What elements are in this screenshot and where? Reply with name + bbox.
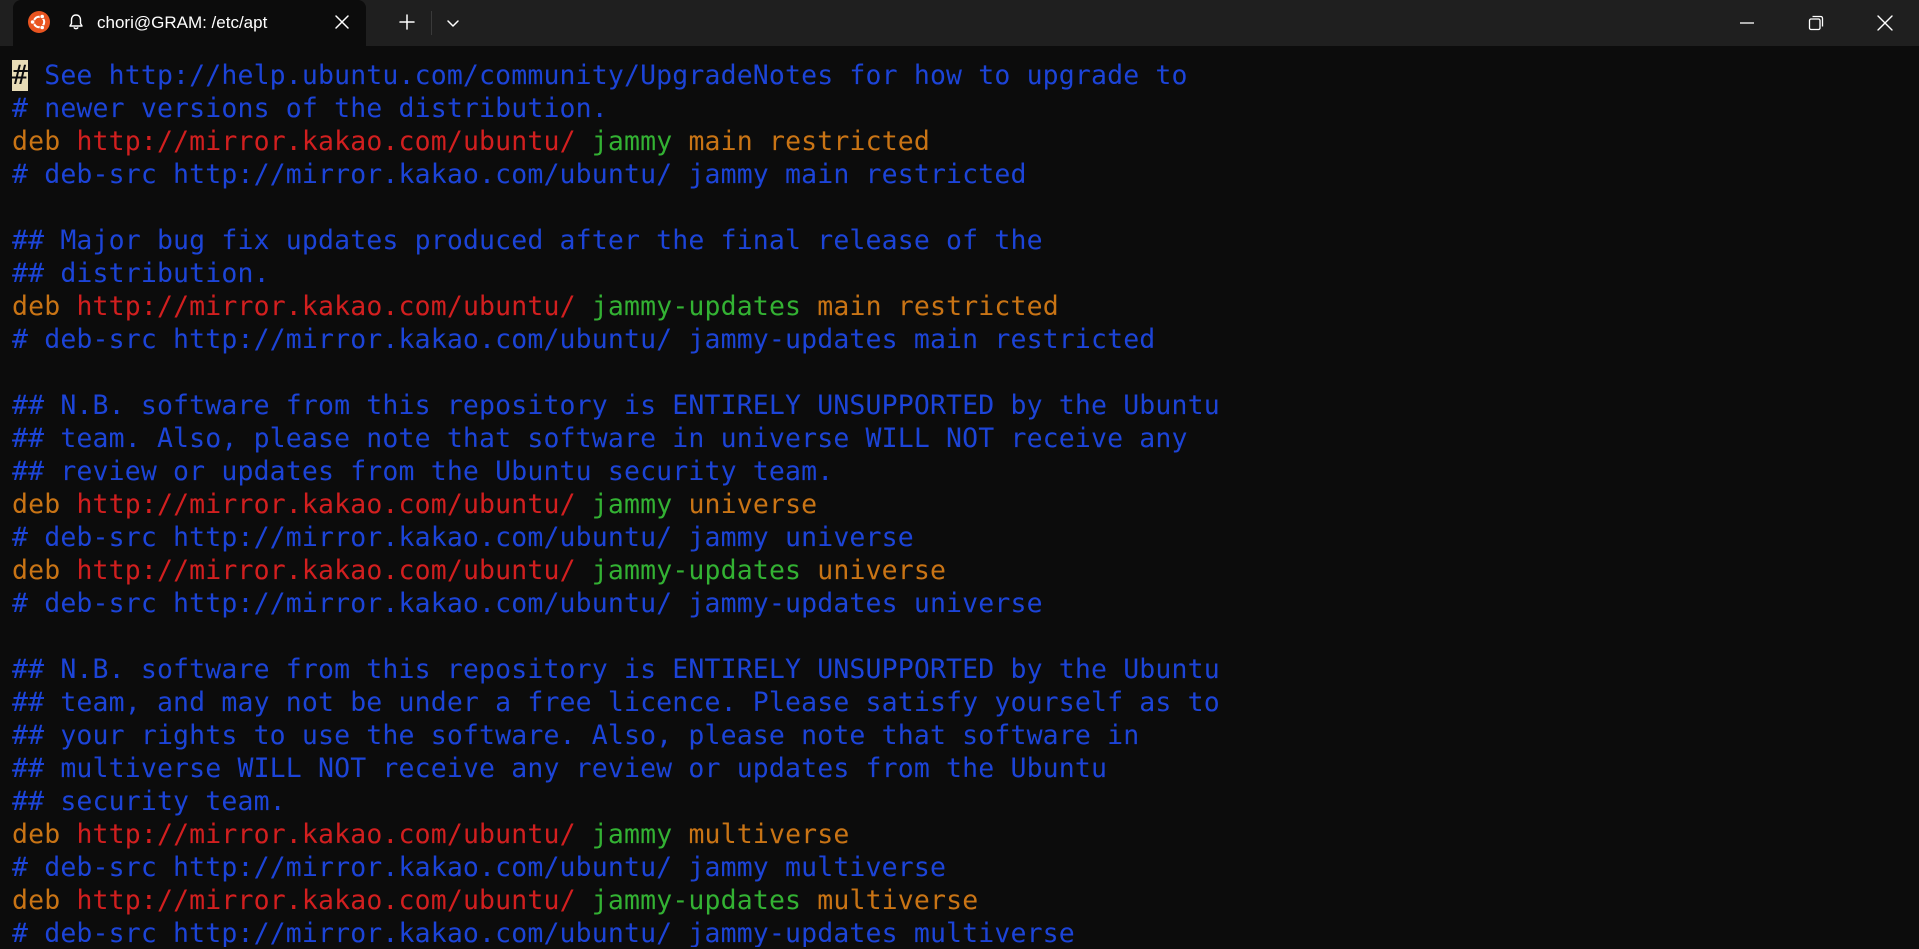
terminal-line: ## N.B. software from this repository is… [12,653,1912,686]
text-cursor: # [12,60,29,91]
comment-text: # deb-src http://mirror.kakao.com/ubuntu… [12,852,947,883]
deb-keyword: deb [12,819,61,850]
close-tab-icon[interactable] [333,13,351,31]
terminal-line: ## multiverse WILL NOT receive any revie… [12,752,1912,785]
terminal-line: # deb-src http://mirror.kakao.com/ubuntu… [12,521,1912,554]
terminal-line: ## Major bug fix updates produced after … [12,224,1912,257]
tab-terminal[interactable]: chori@GRAM: /etc/apt [13,0,366,46]
terminal-line: ## team. Also, please note that software… [12,422,1912,455]
terminal-line: deb http://mirror.kakao.com/ubuntu/ jamm… [12,884,1912,917]
terminal-line: ## distribution. [12,257,1912,290]
deb-keyword: deb [12,291,61,322]
comment-text: ## distribution. [12,258,270,289]
comment-text: ## team. Also, please note that software… [12,423,1188,454]
terminal-line: ## review or updates from the Ubuntu sec… [12,455,1912,488]
comment-text: ## security team. [12,786,286,817]
comment-text: ## N.B. software from this repository is… [12,390,1220,421]
comment-text: # deb-src http://mirror.kakao.com/ubuntu… [12,588,1043,619]
components: universe [817,555,947,586]
restore-button[interactable] [1782,0,1850,46]
terminal-line: deb http://mirror.kakao.com/ubuntu/ jamm… [12,488,1912,521]
chevron-down-icon[interactable] [444,14,462,32]
terminal-line: deb http://mirror.kakao.com/ubuntu/ jamm… [12,818,1912,851]
restore-icon [1808,15,1824,31]
components: main restricted [817,291,1059,322]
terminal-line: deb http://mirror.kakao.com/ubuntu/ jamm… [12,554,1912,587]
deb-keyword: deb [12,885,61,916]
terminal-line: ## your rights to use the software. Also… [12,719,1912,752]
terminal-line: ## security team. [12,785,1912,818]
comment-text: ## Major bug fix updates produced after … [12,225,1043,256]
comment-text: # newer versions of the distribution. [12,93,608,124]
terminal-line: # deb-src http://mirror.kakao.com/ubuntu… [12,851,1912,884]
components: multiverse [817,885,979,916]
comment-text: ## team, and may not be under a free lic… [12,687,1220,718]
suite-name: jammy [591,489,673,520]
components: universe [688,489,818,520]
repo-url: http://mirror.kakao.com/ubuntu/ [76,291,576,322]
terminal-text-area[interactable]: # See http://help.ubuntu.com/community/U… [12,59,1912,947]
terminal-line: ## N.B. software from this repository is… [12,389,1912,422]
terminal-line: # deb-src http://mirror.kakao.com/ubuntu… [12,917,1912,947]
terminal-line: # newer versions of the distribution. [12,92,1912,125]
title-bar: chori@GRAM: /etc/apt [0,0,1919,46]
deb-keyword: deb [12,126,61,157]
repo-url: http://mirror.kakao.com/ubuntu/ [76,555,576,586]
repo-url: http://mirror.kakao.com/ubuntu/ [76,819,576,850]
comment-text: # deb-src http://mirror.kakao.com/ubuntu… [12,918,1075,947]
terminal-line: ## team, and may not be under a free lic… [12,686,1912,719]
terminal-line: deb http://mirror.kakao.com/ubuntu/ jamm… [12,125,1912,158]
suite-name: jammy-updates [591,291,802,322]
ubuntu-icon [28,11,50,33]
terminal-line: # deb-src http://mirror.kakao.com/ubuntu… [12,323,1912,356]
comment-text: ## your rights to use the software. Also… [12,720,1140,751]
comment-text: ## review or updates from the Ubuntu sec… [12,456,834,487]
components: main restricted [688,126,931,157]
tab-divider [431,11,432,35]
comment-text: # deb-src http://mirror.kakao.com/ubuntu… [12,159,1027,190]
comment-text: # deb-src http://mirror.kakao.com/ubuntu… [12,522,914,553]
deb-keyword: deb [12,489,61,520]
comment-text: ## multiverse WILL NOT receive any revie… [12,753,1108,784]
tab-title: chori@GRAM: /etc/apt [97,13,268,32]
suite-name: jammy-updates [591,885,802,916]
close-icon [1877,15,1893,31]
bell-icon [69,14,83,30]
suite-name: jammy [591,126,673,157]
close-window-button[interactable] [1851,0,1919,46]
suite-name: jammy [591,819,673,850]
comment-text: # deb-src http://mirror.kakao.com/ubuntu… [12,324,1156,355]
terminal-line: # deb-src http://mirror.kakao.com/ubuntu… [12,158,1912,191]
terminal-line: deb http://mirror.kakao.com/ubuntu/ jamm… [12,290,1912,323]
comment-text: See http://help.ubuntu.com/community/Upg… [28,60,1188,91]
suite-name: jammy-updates [591,555,802,586]
repo-url: http://mirror.kakao.com/ubuntu/ [76,126,576,157]
new-tab-icon[interactable] [397,12,417,32]
comment-text: ## N.B. software from this repository is… [12,654,1220,685]
deb-keyword: deb [12,555,61,586]
repo-url: http://mirror.kakao.com/ubuntu/ [76,885,576,916]
repo-url: http://mirror.kakao.com/ubuntu/ [76,489,576,520]
terminal-line: # See http://help.ubuntu.com/community/U… [12,59,1912,92]
minimize-icon [1740,22,1754,24]
minimize-button[interactable] [1713,0,1781,46]
components: multiverse [688,819,850,850]
terminal-line: # deb-src http://mirror.kakao.com/ubuntu… [12,587,1912,620]
